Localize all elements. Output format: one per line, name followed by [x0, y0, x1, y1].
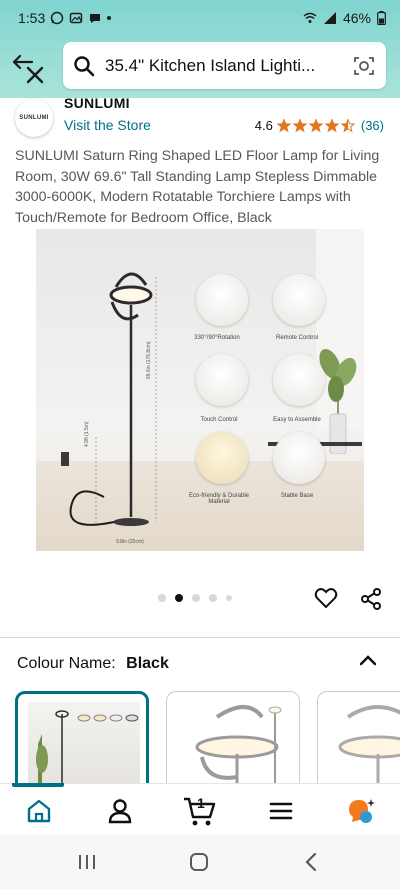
colour-label: Colour Name:	[17, 655, 116, 672]
feature-assemble-thumb	[273, 354, 325, 406]
home-system-icon[interactable]	[188, 851, 210, 873]
cart-count: 1	[197, 795, 205, 811]
rating-star-fill	[293, 119, 307, 131]
whatsapp-icon	[51, 11, 64, 25]
home-active-indicator	[12, 783, 64, 787]
brand-name: SUNLUMI	[64, 95, 130, 111]
feature-remote-thumb	[273, 274, 325, 326]
feature-rotation-thumb	[196, 274, 248, 326]
carousel-dot[interactable]	[226, 595, 232, 601]
feature-rotation-label: 330°/90°Rotation	[194, 335, 240, 341]
section-divider	[0, 637, 400, 638]
battery-icon	[377, 11, 386, 25]
recents-icon[interactable]	[76, 852, 98, 872]
search-input[interactable]: 35.4" Kitchen Island Lighti...	[63, 42, 386, 89]
rating-count: (36)	[360, 118, 384, 133]
carousel-dot[interactable]	[192, 594, 200, 602]
rating-star-fill	[277, 119, 291, 131]
battery-percent: 46%	[342, 10, 371, 26]
rating-stars-icon	[276, 118, 356, 132]
status-bar: 1:53 46%	[0, 0, 400, 36]
colour-selector-header[interactable]: Colour Name: Black	[17, 655, 169, 673]
product-title: SUNLUMI Saturn Ring Shaped LED Floor Lam…	[15, 148, 380, 226]
rating-summary[interactable]: 4.6 (36)	[255, 118, 384, 133]
back-system-icon[interactable]	[302, 851, 320, 873]
feature-material-label: Eco-friendly & Durable Material	[188, 493, 250, 505]
chevron-up-icon[interactable]	[358, 652, 378, 668]
plant-illustration	[319, 349, 357, 454]
rating-value: 4.6	[254, 118, 273, 133]
brand-logo-text: SUNLUMI	[19, 115, 49, 121]
product-image[interactable]: 69.6in (176.8cm) 4.9ft (1.5m) 9.8in (25c…	[36, 229, 364, 551]
signal-icon	[323, 12, 336, 24]
camera-search-icon[interactable]	[352, 54, 376, 78]
search-query: 35.4" Kitchen Island Lighti...	[105, 55, 316, 75]
status-right: 46%	[303, 10, 386, 26]
feature-assemble-label: Easy to Assemble	[273, 417, 321, 423]
image-carousel-dots	[158, 594, 232, 602]
notification-dot	[107, 16, 112, 20]
message-icon	[90, 14, 101, 23]
swatch-black-illustration	[36, 710, 139, 794]
dim-base-label: 9.8in (25cm)	[116, 539, 144, 545]
dim-cord-label: 4.9ft (1.5m)	[84, 421, 90, 447]
account-icon[interactable]	[106, 797, 134, 825]
menu-icon[interactable]	[268, 798, 294, 824]
rating-star-fill	[325, 119, 339, 131]
status-time: 1:53	[18, 10, 46, 26]
wifi-icon	[303, 12, 317, 23]
feature-touch-thumb	[196, 354, 248, 406]
feature-base-label: Stable Base	[280, 493, 314, 499]
cart-button[interactable]: 1	[183, 795, 217, 827]
feature-remote-label: Remote Control	[275, 335, 319, 341]
brand-logo[interactable]: SUNLUMI	[15, 99, 53, 137]
carousel-dot[interactable]	[209, 594, 217, 602]
dim-height-label: 69.6in (176.8cm)	[146, 341, 152, 379]
rating-star-fill	[309, 119, 323, 131]
visit-store-link[interactable]: Visit the Store	[64, 117, 151, 133]
floor-lamp-illustration	[61, 272, 157, 526]
carousel-dot[interactable]	[158, 594, 166, 602]
feature-touch-label: Touch Control	[200, 417, 238, 423]
back-close-icon[interactable]	[10, 52, 48, 86]
status-left: 1:53	[18, 10, 112, 26]
feature-material-thumb	[196, 432, 248, 484]
colour-value: Black	[126, 655, 169, 672]
carousel-dot-active[interactable]	[175, 594, 183, 602]
gallery-icon	[70, 12, 83, 24]
rufus-ai-icon[interactable]	[346, 796, 376, 826]
feature-base-thumb	[273, 432, 325, 484]
search-icon	[74, 55, 95, 76]
wishlist-heart-icon[interactable]	[314, 587, 338, 609]
share-icon[interactable]	[359, 587, 383, 611]
home-icon[interactable]	[25, 797, 53, 825]
